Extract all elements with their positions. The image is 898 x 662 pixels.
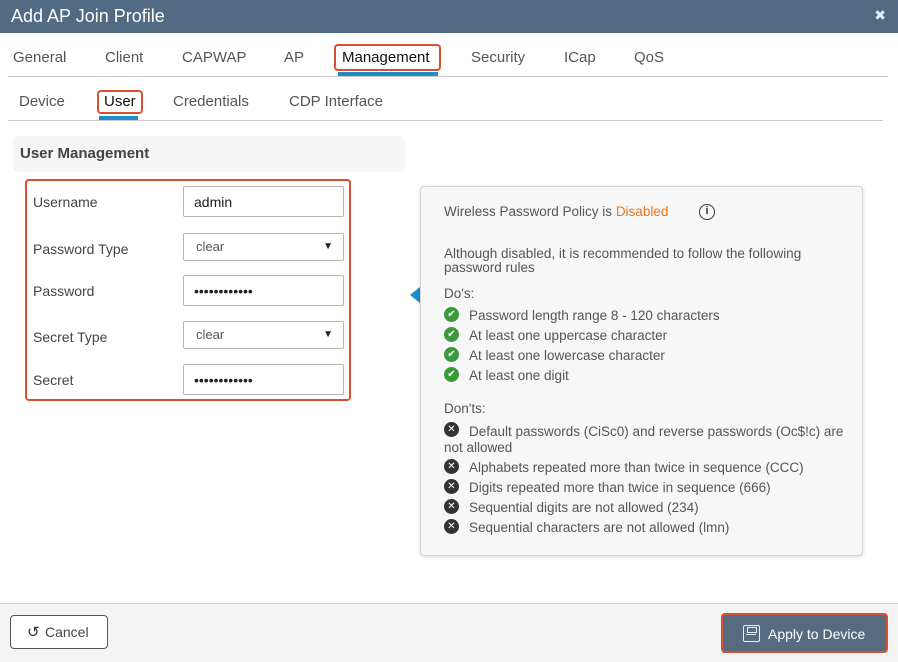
username-input[interactable] — [183, 186, 344, 217]
tab-cdp-interface[interactable]: CDP Interface — [289, 93, 383, 110]
window-titlebar: Add AP Join Profile ✖ — [0, 0, 898, 33]
close-icon[interactable]: ✖ — [874, 7, 886, 24]
section-title: User Management — [20, 145, 150, 162]
apply-label: Apply to Device — [768, 626, 866, 642]
dont-item: Sequential characters are not allowed (l… — [469, 520, 730, 535]
undo-icon: ↺ — [27, 624, 40, 641]
secret-type-select[interactable]: clear ▼ — [183, 321, 344, 349]
do-item: At least one uppercase character — [469, 328, 668, 343]
tab-qos[interactable]: QoS — [634, 49, 664, 66]
dont-item: Sequential digits are not allowed (234) — [469, 500, 699, 515]
dialog-footer: ↺ Cancel Apply to Device — [0, 603, 898, 662]
tab-ap[interactable]: AP — [284, 49, 304, 66]
tab-device[interactable]: Device — [19, 93, 65, 110]
policy-status: Disabled — [615, 204, 669, 219]
tab-management-underline — [338, 72, 438, 76]
secondary-tabs: Device User Credentials CDP Interface — [8, 88, 883, 121]
user-form: Username Password Type clear ▼ Password … — [25, 179, 351, 401]
check-circle-icon: ✔ — [444, 307, 459, 322]
do-item: At least one digit — [469, 368, 569, 383]
tooltip-pointer — [410, 287, 420, 303]
dont-item: Default passwords (CiSc0) and reverse pa… — [444, 424, 844, 455]
password-type-label: Password Type — [33, 241, 129, 257]
dos-title: Do's: — [444, 286, 475, 301]
x-circle-icon: ✕ — [444, 459, 459, 474]
tab-user-underline — [99, 116, 138, 120]
secret-label: Secret — [33, 372, 74, 388]
donts-title: Don'ts: — [444, 401, 486, 416]
do-item: At least one lowercase character — [469, 348, 665, 363]
x-circle-icon: ✕ — [444, 499, 459, 514]
cancel-button[interactable]: ↺ Cancel — [10, 615, 108, 649]
x-circle-icon: ✕ — [444, 479, 459, 494]
policy-note: Although disabled, it is recommended to … — [444, 246, 802, 275]
secret-type-label: Secret Type — [33, 329, 108, 345]
user-management-header: User Management — [13, 136, 405, 172]
secret-type-value: clear — [196, 327, 225, 342]
tab-credentials[interactable]: Credentials — [173, 93, 249, 110]
check-circle-icon: ✔ — [444, 347, 459, 362]
policy-heading: Wireless Password Policy is Disabled — [444, 205, 668, 219]
password-type-select[interactable]: clear ▼ — [183, 233, 344, 261]
password-type-value: clear — [196, 239, 225, 254]
window-title: Add AP Join Profile — [11, 6, 165, 26]
password-policy-panel: Wireless Password Policy is Disabled i A… — [420, 186, 863, 556]
primary-tabs: General Client CAPWAP AP Management Secu… — [8, 44, 888, 77]
tab-general[interactable]: General — [13, 49, 66, 66]
dont-item: Alphabets repeated more than twice in se… — [469, 460, 804, 475]
save-icon — [743, 625, 760, 642]
policy-heading-prefix: Wireless Password Policy is — [444, 204, 613, 219]
password-label: Password — [33, 283, 95, 299]
caret-down-icon: ▼ — [323, 329, 333, 340]
tab-security[interactable]: Security — [471, 49, 525, 66]
username-label: Username — [33, 194, 98, 210]
tab-user[interactable]: User — [104, 93, 136, 110]
info-icon[interactable]: i — [699, 204, 715, 220]
caret-down-icon: ▼ — [323, 241, 333, 252]
password-input[interactable] — [183, 275, 344, 306]
dont-item: Digits repeated more than twice in seque… — [469, 480, 771, 495]
do-item: Password length range 8 - 120 characters — [469, 308, 720, 323]
check-circle-icon: ✔ — [444, 327, 459, 342]
tab-icap[interactable]: ICap — [564, 49, 596, 66]
cancel-label: Cancel — [45, 624, 89, 640]
apply-to-device-button[interactable]: Apply to Device — [721, 613, 888, 653]
check-circle-icon: ✔ — [444, 367, 459, 382]
tab-management[interactable]: Management — [342, 49, 430, 66]
x-circle-icon: ✕ — [444, 519, 459, 534]
tab-client[interactable]: Client — [105, 49, 143, 66]
tab-capwap[interactable]: CAPWAP — [182, 49, 246, 66]
secret-input[interactable] — [183, 364, 344, 395]
